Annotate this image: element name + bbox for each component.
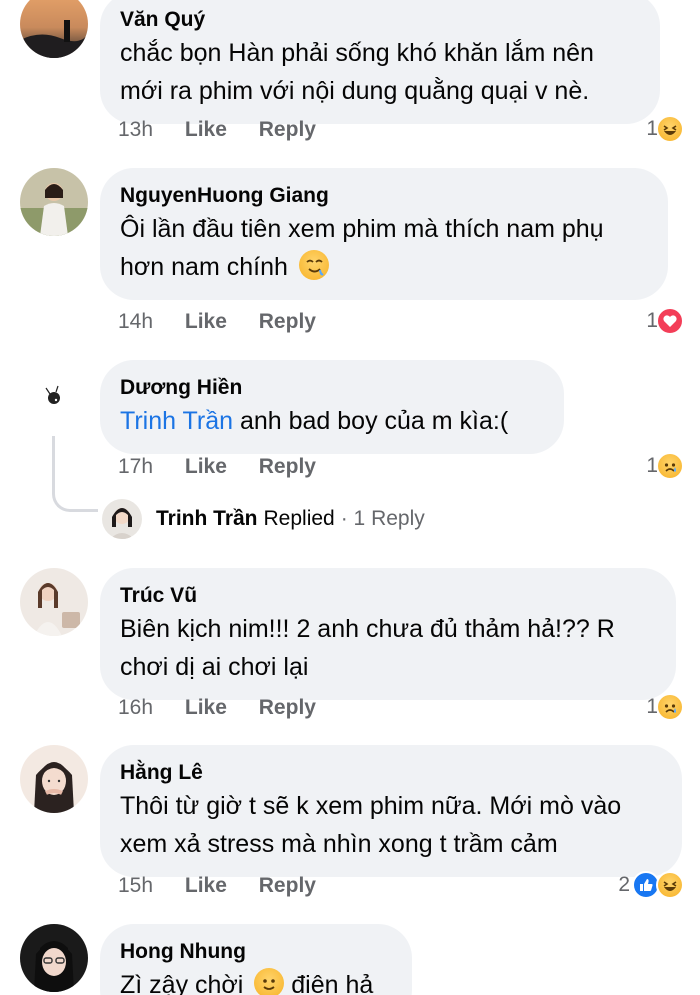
haha-emoji-icon [656, 115, 684, 143]
drooling-face-emoji-icon [298, 250, 329, 280]
reply-button[interactable]: Reply [259, 874, 316, 897]
mention-link[interactable]: Trinh Trần [120, 407, 233, 435]
comment-actions: 14h Like Reply [118, 310, 342, 334]
reaction-summary[interactable]: 1 [646, 115, 684, 143]
comment-text-content: Ôi lần đầu tiên xem phim mà thích nam ph… [120, 215, 604, 281]
comment-time[interactable]: 13h [118, 118, 153, 141]
comment-actions: 13h Like Reply [118, 118, 342, 142]
comment-bubble: Trúc Vũ Biên kịch nim!!! 2 anh chưa đủ t… [100, 568, 676, 700]
comment-author[interactable]: Dương Hiền [120, 374, 544, 402]
like-button[interactable]: Like [185, 696, 227, 719]
comment-text: Trinh Trần anh bad boy của m kìa:( [120, 402, 544, 440]
reply-count[interactable]: · 1 Reply [341, 507, 425, 531]
comment-author[interactable]: NguyenHuong Giang [120, 182, 648, 210]
reaction-summary[interactable]: 2 [618, 871, 684, 899]
comment-bubble: Văn Quý chắc bọn Hàn phải sống khó khăn … [100, 0, 660, 124]
sad-emoji-icon [656, 452, 684, 480]
comment-text: Biên kịch nim!!! 2 anh chưa đủ thảm hả!?… [120, 615, 615, 681]
sad-emoji-icon [656, 693, 684, 721]
like-button[interactable]: Like [185, 455, 227, 478]
reaction-summary[interactable]: 1 [646, 693, 684, 721]
love-emoji-icon [656, 307, 684, 335]
comment-text-content: Zì zậy chời [120, 971, 244, 995]
comment-time[interactable]: 15h [118, 874, 153, 897]
comment-bubble: Hằng Lê Thôi từ giờ t sẽ k xem phim nữa.… [100, 745, 682, 877]
avatar[interactable] [20, 924, 88, 992]
reply-author[interactable]: Trinh Trần [156, 507, 258, 531]
reply-button[interactable]: Reply [259, 118, 316, 141]
avatar [102, 499, 142, 539]
comment-bubble: NguyenHuong Giang Ôi lần đầu tiên xem ph… [100, 168, 668, 300]
comment-text: chắc bọn Hàn phải sống khó khăn lắm nên … [120, 39, 594, 105]
comment-author[interactable]: Hằng Lê [120, 759, 662, 787]
comment-bubble: Dương Hiền Trinh Trần anh bad boy của m … [100, 360, 564, 454]
avatar[interactable] [20, 0, 88, 58]
avatar[interactable] [20, 568, 88, 636]
comment-text: Thôi từ giờ t sẽ k xem phim nữa. Mới mò … [120, 792, 622, 858]
comment-text-content: anh bad boy của m kìa:( [233, 407, 509, 435]
comment-time[interactable]: 17h [118, 455, 153, 478]
comment-actions: 17h Like Reply [118, 455, 342, 479]
replies-link[interactable]: Trinh Trần Replied · 1 Reply [102, 498, 425, 540]
comment-author[interactable]: Trúc Vũ [120, 582, 656, 610]
comment-feed: Văn Quý chắc bọn Hàn phải sống khó khăn … [0, 0, 700, 995]
comment-actions: 16h Like Reply [118, 696, 342, 720]
reaction-summary[interactable]: 1 [646, 452, 684, 480]
comment-time[interactable]: 16h [118, 696, 153, 719]
haha-emoji-icon [656, 871, 684, 899]
avatar[interactable] [20, 168, 88, 236]
comment-author[interactable]: Văn Quý [120, 6, 640, 34]
like-button[interactable]: Like [185, 874, 227, 897]
comment-text: Zì zậy chời điên hả [120, 966, 392, 995]
like-button[interactable]: Like [185, 118, 227, 141]
comment-text: Ôi lần đầu tiên xem phim mà thích nam ph… [120, 210, 648, 286]
reaction-count: 2 [618, 873, 630, 896]
reply-button[interactable]: Reply [259, 696, 316, 719]
reply-button[interactable]: Reply [259, 310, 316, 333]
comment-text-content: điên hả [284, 971, 374, 995]
comment-time[interactable]: 14h [118, 310, 153, 333]
reply-status: Replied [263, 507, 335, 530]
reply-button[interactable]: Reply [259, 455, 316, 478]
comment-author[interactable]: Hong Nhung [120, 938, 392, 966]
reply-thread-line [52, 436, 98, 512]
avatar[interactable] [20, 745, 88, 813]
comment-actions: 15h Like Reply [118, 874, 342, 898]
like-button[interactable]: Like [185, 310, 227, 333]
smile-emoji-icon [254, 968, 285, 995]
reaction-summary[interactable]: 1 [646, 307, 684, 335]
comment-bubble: Hong Nhung Zì zậy chời điên hả [100, 924, 412, 995]
avatar[interactable] [20, 362, 88, 430]
